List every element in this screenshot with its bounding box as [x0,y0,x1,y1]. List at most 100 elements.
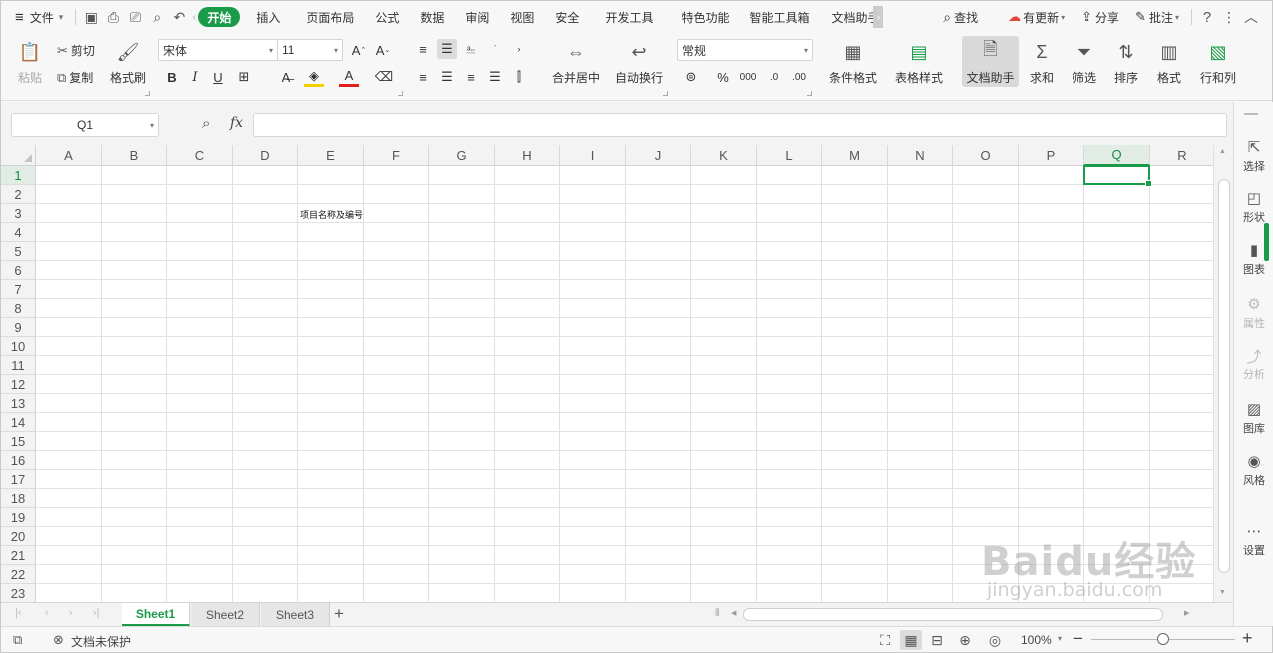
decrease-decimal-icon[interactable]: .00 [789,67,809,87]
paste-button[interactable]: 📋 粘贴 [13,39,47,86]
tab-developer[interactable]: 开发工具 [597,5,661,29]
row-header-19[interactable]: 19 [1,508,36,527]
align-center-icon[interactable]: ☰ [437,67,457,87]
horizontal-scrollbar[interactable]: ◀ ▶ [729,608,1199,622]
print-preview-icon[interactable]: ⎙ [102,6,124,28]
prev-sheet-icon[interactable]: ‹ [45,607,49,619]
number-format-select[interactable]: 常规 ▾ [677,39,813,61]
group-launcher-icon[interactable] [398,91,403,96]
side-item-shape[interactable]: ◰ 形状 [1234,189,1273,225]
column-header-i[interactable]: I [560,145,626,166]
doc-assistant-button[interactable]: 🗎 文档助手 [962,36,1019,87]
column-header-r[interactable]: R [1150,145,1213,166]
column-header-j[interactable]: J [626,145,691,166]
side-item-gallery[interactable]: ▨ 图库 [1234,400,1273,436]
scroll-down-icon[interactable]: ▼ [1219,589,1226,596]
fill-color-icon[interactable]: ◈ [304,67,324,87]
row-header-7[interactable]: 7 [1,280,36,299]
group-launcher-icon[interactable] [663,91,668,96]
tab-formula[interactable]: 公式 [367,5,407,29]
next-sheet-icon[interactable]: › [69,607,73,619]
format-button[interactable]: ▥ 格式 [1151,39,1187,86]
sheet-tab-3[interactable]: Sheet3 [261,603,330,626]
sheet-tab-2[interactable]: Sheet2 [191,603,260,626]
scroll-right-icon[interactable]: ▶ [1184,609,1189,617]
format-painter-button[interactable]: 🖌 格式刷 [107,39,149,86]
column-header-a[interactable]: A [36,145,102,166]
row-header-18[interactable]: 18 [1,489,36,508]
save-icon[interactable]: ▣ [80,6,102,28]
cell-e3[interactable]: 项目名称及编号 [300,208,363,221]
undo-icon[interactable]: ↶ [168,6,190,28]
zoom-slider-thumb[interactable] [1157,633,1169,645]
side-item-settings[interactable]: ⋯ 设置 [1234,522,1273,558]
eraser-icon[interactable]: ⌫ [374,67,394,87]
print-icon[interactable]: ⎚ [124,6,146,28]
sheet-tab-1[interactable]: Sheet1 [122,603,190,626]
page-break-view-icon[interactable]: ⊟ [926,630,948,650]
vertical-scrollbar[interactable]: ▲ ▼ [1213,145,1233,602]
tab-home[interactable]: 开始 [198,7,241,27]
column-header-f[interactable]: F [364,145,429,166]
zoom-in-button[interactable]: + [1242,628,1253,649]
row-header-14[interactable]: 14 [1,413,36,432]
column-header-m[interactable]: M [822,145,888,166]
indent-icon[interactable]: › [509,39,529,59]
thousands-icon[interactable]: 000 [738,67,758,87]
scroll-left-icon[interactable]: ◀ [731,609,736,617]
group-launcher-icon[interactable] [807,91,812,96]
scroll-up-icon[interactable]: ▲ [1219,148,1226,155]
tab-smart-toolbox[interactable]: 智能工具箱 [741,5,817,29]
last-sheet-icon[interactable]: ›| [93,607,100,619]
column-header-e[interactable]: E [298,145,364,166]
cloud-sync-button[interactable]: ☁ 有更新 ▾ [1000,5,1073,29]
row-header-22[interactable]: 22 [1,565,36,584]
fullscreen-icon[interactable]: ⛶ [874,630,896,650]
vertical-scroll-thumb[interactable] [1218,179,1230,573]
row-header-20[interactable]: 20 [1,527,36,546]
currency-icon[interactable]: ⊜ [681,67,701,87]
sheet-status-icon[interactable]: ⧉ [13,632,22,648]
distribute-icon[interactable]: ⫿ [509,67,529,87]
orientation-icon[interactable]: ˊ [485,39,505,59]
row-header-12[interactable]: 12 [1,375,36,394]
add-sheet-button[interactable]: + [334,604,344,624]
align-top-icon[interactable]: ≡ [413,39,433,59]
filter-button[interactable]: ⏷ 筛选 [1067,39,1101,86]
column-header-p[interactable]: P [1019,145,1084,166]
function-icon[interactable]: fx [230,115,243,131]
share-button[interactable]: ⇪ 分享 [1073,5,1127,29]
row-header-3[interactable]: 3 [1,204,36,223]
row-header-4[interactable]: 4 [1,223,36,242]
row-header-10[interactable]: 10 [1,337,36,356]
column-header-o[interactable]: O [953,145,1019,166]
column-header-n[interactable]: N [888,145,953,166]
strikethrough-icon[interactable]: A̶ [276,67,296,87]
align-bottom-icon[interactable]: ⎁ [461,39,481,59]
tab-page-layout[interactable]: 页面布局 [298,5,362,29]
zoom-preview-icon[interactable]: ⌕ [146,6,168,28]
row-header-2[interactable]: 2 [1,185,36,204]
side-item-style[interactable]: ◉ 风格 [1234,452,1273,488]
align-left-icon[interactable]: ≡ [413,67,433,87]
column-header-g[interactable]: G [429,145,495,166]
row-header-15[interactable]: 15 [1,432,36,451]
justify-icon[interactable]: ☰ [485,67,505,87]
column-header-h[interactable]: H [495,145,560,166]
tab-special[interactable]: 特色功能 [673,5,737,29]
auto-wrap-button[interactable]: ↩ 自动换行 [613,39,665,86]
tabs-splitter-icon[interactable]: ⦀ [715,608,719,619]
font-size-select[interactable]: 11 ▾ [277,39,343,61]
protect-status-label[interactable]: 文档未保护 [71,633,131,650]
side-item-select[interactable]: ⇱ 选择 [1234,138,1273,174]
align-middle-icon[interactable]: ☰ [437,39,457,59]
row-header-5[interactable]: 5 [1,242,36,261]
underline-icon[interactable]: U [208,67,228,87]
eye-protection-icon[interactable]: ◎ [984,630,1006,650]
tab-review[interactable]: 审阅 [457,5,497,29]
column-header-q[interactable]: Q [1084,145,1150,166]
font-color-icon[interactable]: A [339,67,359,87]
cut-button[interactable]: ✂ 剪切 [57,42,95,59]
name-box[interactable]: Q1 ▾ [11,113,159,137]
panel-resize-handle[interactable] [1264,223,1269,261]
